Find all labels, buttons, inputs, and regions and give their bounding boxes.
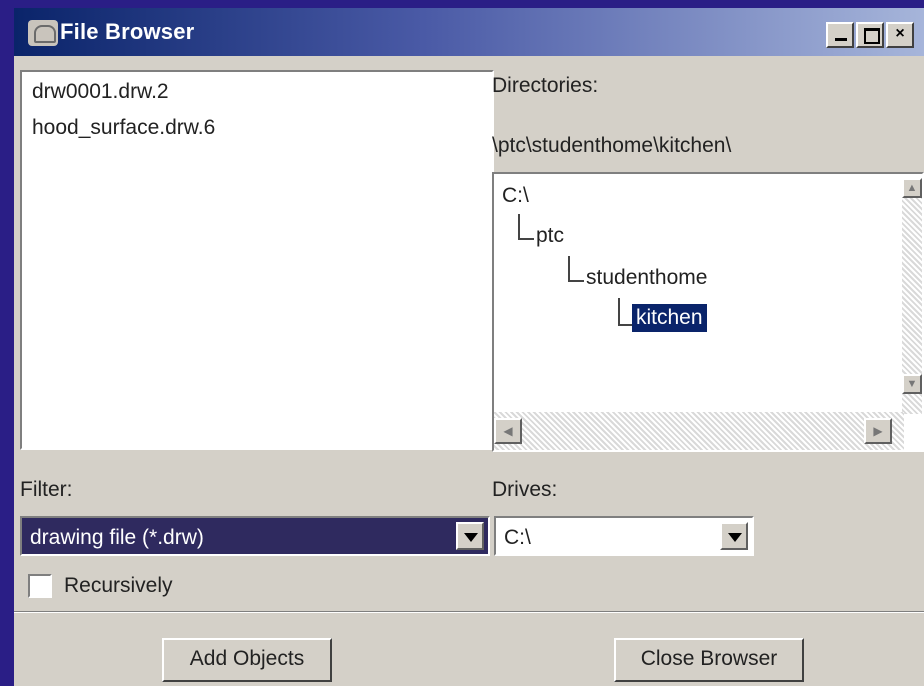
list-item[interactable]: drw0001.drw.2 [32,80,169,104]
tree-node-kitchen[interactable]: kitchen [632,304,707,332]
close-icon: × [895,25,905,42]
tree-connector [518,214,534,240]
drives-select-value: C:\ [504,526,531,549]
close-button[interactable]: × [886,22,914,48]
recursive-label: Recursively [64,574,173,597]
directory-tree[interactable]: C:\ ptc studenthome kitchen ▲ ▼ ◀ ▶ [492,172,924,452]
close-browser-button[interactable]: Close Browser [614,638,804,682]
tree-node-root[interactable]: C:\ [502,184,529,208]
window-title: File Browser [60,19,195,44]
scroll-right-icon[interactable]: ▶ [864,418,892,444]
maximize-button[interactable] [856,22,884,48]
dropdown-arrow-icon[interactable] [456,522,484,550]
separator [14,611,924,613]
tree-node-studenthome[interactable]: studenthome [586,266,707,290]
file-browser-app-icon [28,20,58,46]
add-objects-button[interactable]: Add Objects [162,638,332,682]
current-path: \ptc\studenthome\kitchen\ [492,134,732,157]
horizontal-scrollbar[interactable]: ◀ ▶ [494,412,904,450]
minimize-button[interactable] [826,22,854,48]
vertical-scrollbar[interactable]: ▲ ▼ [902,178,922,414]
filter-select-value: drawing file (*.drw) [30,526,204,549]
scroll-down-icon[interactable]: ▼ [902,374,922,394]
file-list[interactable]: drw0001.drw.2 hood_surface.drw.6 [20,70,494,450]
tree-connector [568,256,584,282]
recursive-checkbox[interactable] [28,574,52,598]
filter-label: Filter: [20,478,73,501]
drives-select[interactable]: C:\ [494,516,754,556]
drives-label: Drives: [492,478,558,501]
scroll-left-icon[interactable]: ◀ [494,418,522,444]
dropdown-arrow-icon[interactable] [720,522,748,550]
scroll-up-icon[interactable]: ▲ [902,178,922,198]
filter-select[interactable]: drawing file (*.drw) [20,516,490,556]
directories-label: Directories: [492,74,599,97]
file-browser-window: File Browser × drw0001.drw.2 hood_surfac… [14,8,924,686]
list-item[interactable]: hood_surface.drw.6 [32,116,215,140]
title-bar[interactable]: File Browser × [14,8,924,56]
tree-node-ptc[interactable]: ptc [536,224,564,248]
